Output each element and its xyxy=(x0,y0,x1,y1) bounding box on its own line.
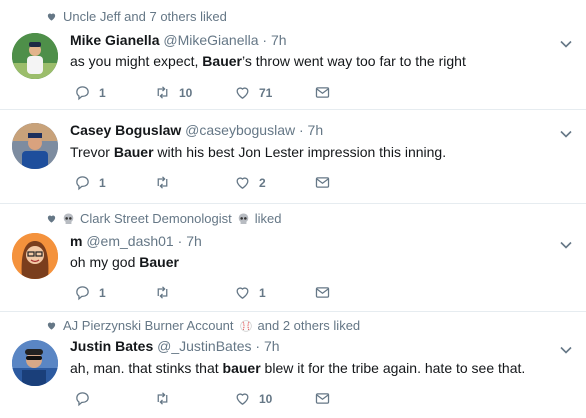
tweet-header: Mike Gianella @MikeGianella · 7h xyxy=(70,32,287,48)
dm-button[interactable] xyxy=(314,390,331,407)
tweet-actions: 1 10 71 xyxy=(74,84,331,101)
chevron-down-icon[interactable] xyxy=(560,128,572,140)
dm-icon xyxy=(315,177,330,188)
social-context: Clark Street Demonologist liked xyxy=(46,211,281,226)
retweet-button[interactable] xyxy=(154,174,234,191)
tweet-4[interactable]: AJ Pierzynski Burner Account and 2 other… xyxy=(0,312,586,418)
author-handle[interactable]: @MikeGianella xyxy=(163,32,258,48)
author-handle[interactable]: @_JustinBates xyxy=(157,338,251,354)
reply-count: 1 xyxy=(99,285,106,300)
retweet-icon xyxy=(157,286,168,299)
author-name[interactable]: m xyxy=(70,233,82,249)
retweet-button[interactable] xyxy=(154,284,234,301)
author-name[interactable]: Justin Bates xyxy=(70,338,153,354)
separator-dot: · xyxy=(177,233,183,249)
reply-icon xyxy=(76,176,89,191)
heart-icon xyxy=(47,215,56,223)
social-context-text: Clark Street Demonologist xyxy=(80,211,232,226)
dm-button[interactable] xyxy=(314,174,331,191)
retweet-button[interactable] xyxy=(154,390,234,407)
social-context-text: Uncle Jeff and 7 others liked xyxy=(63,9,227,24)
timestamp[interactable]: 7h xyxy=(308,122,324,138)
avatar[interactable] xyxy=(12,123,58,169)
author-handle[interactable]: @caseyboguslaw xyxy=(185,122,295,138)
like-icon xyxy=(236,287,249,299)
like-count: 1 xyxy=(259,285,266,300)
reply-count: 1 xyxy=(99,175,106,190)
like-count: 71 xyxy=(259,85,273,100)
retweet-icon xyxy=(157,176,168,189)
like-button[interactable]: 71 xyxy=(234,84,314,101)
separator-dot: · xyxy=(298,122,304,138)
reply-icon xyxy=(76,392,89,407)
dm-icon xyxy=(315,393,330,404)
tweet-actions: 1 2 xyxy=(74,174,331,191)
skull-icon xyxy=(238,213,249,224)
reply-button[interactable]: 1 xyxy=(74,284,154,301)
retweet-icon xyxy=(157,86,168,99)
timestamp[interactable]: 7h xyxy=(186,233,202,249)
like-button[interactable]: 10 xyxy=(234,390,314,407)
social-context: Uncle Jeff and 7 others liked xyxy=(46,9,227,24)
retweet-count: 10 xyxy=(179,85,193,100)
heart-icon xyxy=(47,13,56,21)
like-icon xyxy=(236,87,249,99)
author-name[interactable]: Casey Boguslaw xyxy=(70,122,181,138)
like-count: 10 xyxy=(259,391,273,406)
like-button[interactable]: 2 xyxy=(234,174,314,191)
dm-icon xyxy=(315,287,330,298)
tweet-text: oh my god Bauer xyxy=(70,254,179,270)
like-count: 2 xyxy=(259,175,266,190)
timestamp[interactable]: 7h xyxy=(271,32,287,48)
social-context-suffix: liked xyxy=(254,211,282,226)
tweet-text: Trevor Bauer with his best Jon Lester im… xyxy=(70,144,447,160)
tweet-header: Casey Boguslaw @caseyboguslaw · 7h xyxy=(70,122,323,138)
tweet-actions: 10 xyxy=(74,390,331,407)
social-context: AJ Pierzynski Burner Account and 2 other… xyxy=(46,318,360,333)
dm-button[interactable] xyxy=(314,284,331,301)
author-name[interactable]: Mike Gianella xyxy=(70,32,159,48)
chevron-down-icon[interactable] xyxy=(560,38,572,50)
reply-button[interactable]: 1 xyxy=(74,174,154,191)
baseball-icon xyxy=(239,319,252,332)
tweet-text: ah, man. that stinks that bauer blew it … xyxy=(70,360,526,376)
chevron-down-icon[interactable] xyxy=(560,239,572,251)
heart-icon xyxy=(47,322,56,330)
avatar[interactable] xyxy=(12,33,58,79)
dm-button[interactable] xyxy=(314,84,331,101)
avatar[interactable] xyxy=(12,233,58,279)
tweet-3[interactable]: Clark Street Demonologist liked m @em_da… xyxy=(0,204,586,312)
dm-icon xyxy=(315,87,330,98)
tweet-text: as you might expect, Bauer’s throw went … xyxy=(70,53,466,69)
chevron-down-icon[interactable] xyxy=(560,344,572,356)
skull-icon xyxy=(63,213,74,224)
tweet-header: m @em_dash01 · 7h xyxy=(70,233,202,249)
like-button[interactable]: 1 xyxy=(234,284,314,301)
social-context-suffix: and 2 others liked xyxy=(257,318,361,333)
separator-dot: · xyxy=(255,338,261,354)
reply-button[interactable] xyxy=(74,390,154,407)
reply-count: 1 xyxy=(99,85,106,100)
timestamp[interactable]: 7h xyxy=(264,338,280,354)
reply-icon xyxy=(76,86,89,101)
avatar[interactable] xyxy=(12,340,58,386)
social-context-text: AJ Pierzynski Burner Account xyxy=(63,318,234,333)
tweet-1[interactable]: Uncle Jeff and 7 others liked Mike Giane… xyxy=(0,0,586,110)
retweet-button[interactable]: 10 xyxy=(154,84,234,101)
tweet-header: Justin Bates @_JustinBates · 7h xyxy=(70,338,280,354)
retweet-icon xyxy=(157,392,168,405)
tweet-2[interactable]: Casey Boguslaw @caseyboguslaw · 7h Trevo… xyxy=(0,110,586,204)
reply-button[interactable]: 1 xyxy=(74,84,154,101)
reply-icon xyxy=(76,286,89,301)
like-icon xyxy=(236,177,249,189)
author-handle[interactable]: @em_dash01 xyxy=(86,233,173,249)
separator-dot: · xyxy=(262,32,268,48)
like-icon xyxy=(236,393,249,405)
tweet-actions: 1 1 xyxy=(74,284,331,301)
